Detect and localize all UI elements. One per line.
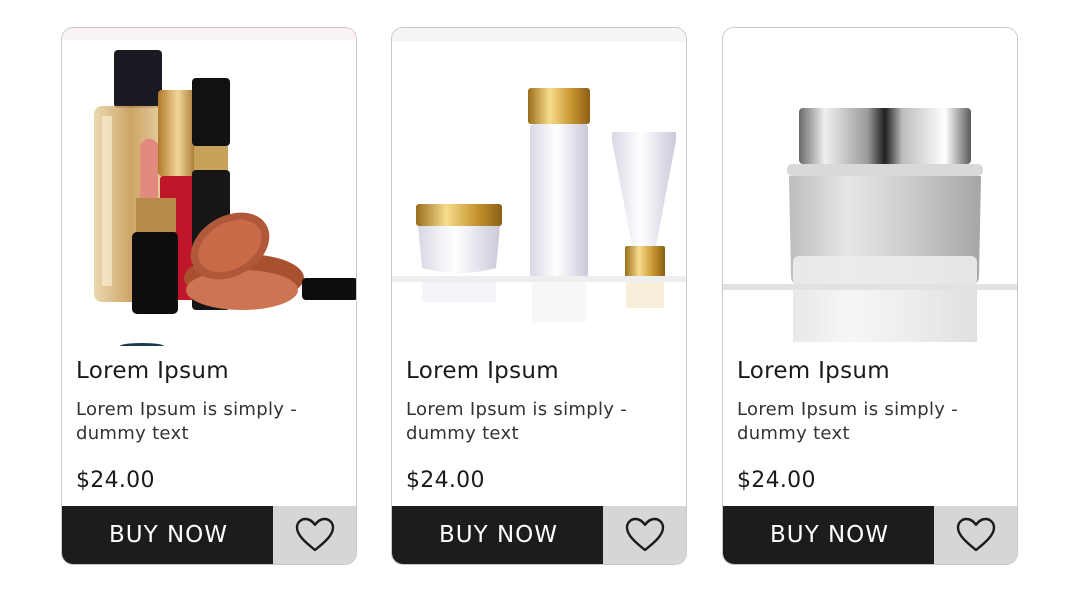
- favorite-button[interactable]: [273, 506, 356, 564]
- product-title: Lorem Ipsum: [76, 358, 229, 384]
- cream-jar-image: [723, 28, 1017, 346]
- product-title: Lorem Ipsum: [406, 358, 559, 384]
- product-title: Lorem Ipsum: [737, 358, 890, 384]
- product-price: $24.00: [737, 468, 816, 493]
- makeup-set-image: [62, 28, 356, 346]
- product-description: Lorem Ipsum is simply - dummy text: [737, 399, 959, 444]
- favorite-button[interactable]: [603, 506, 686, 564]
- product-card[interactable]: Lorem Ipsum Lorem Ipsum is simply - dumm…: [61, 27, 357, 565]
- buy-now-button[interactable]: BUY NOW: [723, 506, 936, 564]
- product-grid: Lorem Ipsum Lorem Ipsum is simply - dumm…: [0, 0, 1080, 602]
- favorite-button[interactable]: [934, 506, 1017, 564]
- product-price: $24.00: [406, 468, 485, 493]
- buy-now-button[interactable]: BUY NOW: [62, 506, 275, 564]
- buy-now-button[interactable]: BUY NOW: [392, 506, 605, 564]
- product-card[interactable]: Lorem Ipsum Lorem Ipsum is simply - dumm…: [722, 27, 1018, 565]
- heart-outline-icon: [956, 517, 995, 552]
- heart-outline-icon: [625, 517, 664, 552]
- heart-outline-icon: [295, 517, 334, 552]
- product-image[interactable]: [723, 28, 1017, 346]
- product-image[interactable]: [392, 28, 686, 346]
- product-price: $24.00: [76, 468, 155, 493]
- product-image[interactable]: [62, 28, 356, 346]
- product-card[interactable]: Lorem Ipsum Lorem Ipsum is simply - dumm…: [391, 27, 687, 565]
- product-description: Lorem Ipsum is simply - dummy text: [406, 399, 628, 444]
- product-description: Lorem Ipsum is simply - dummy text: [76, 399, 298, 444]
- skincare-bottles-image: [392, 28, 686, 346]
